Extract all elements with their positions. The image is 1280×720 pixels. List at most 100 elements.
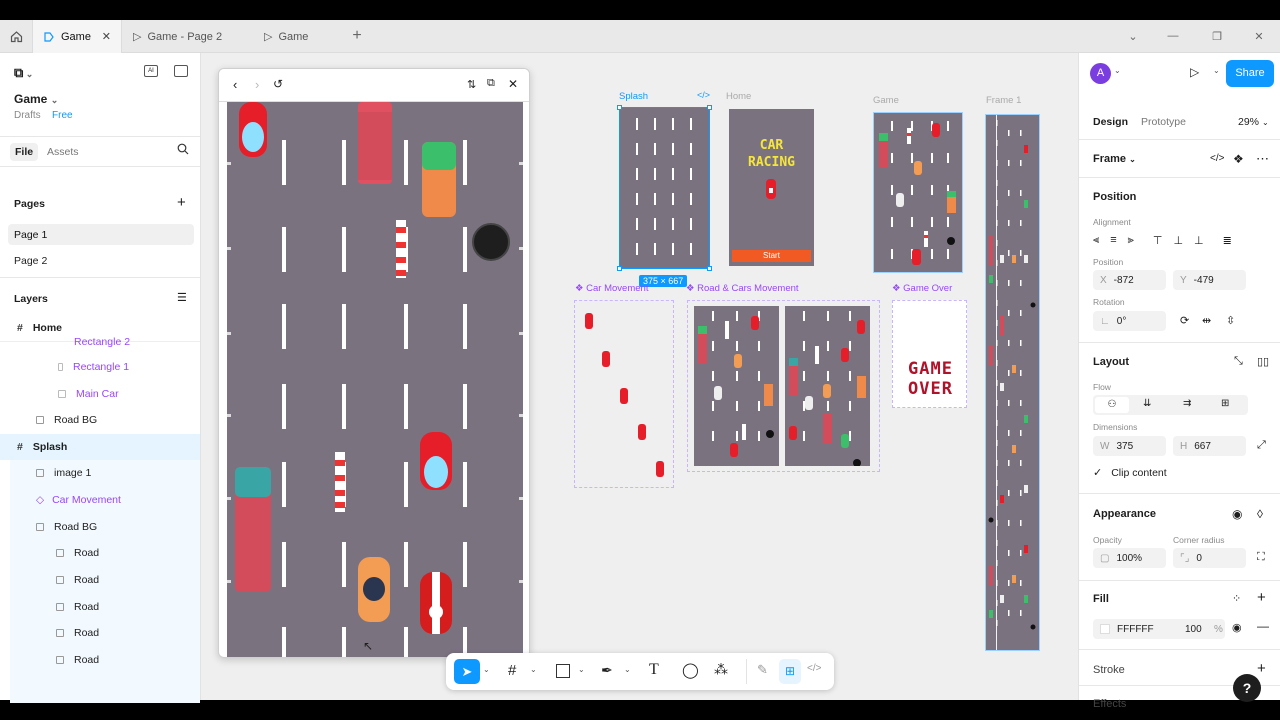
layer-road[interactable]: Road xyxy=(0,647,200,673)
section-label-game-over[interactable]: ❖ Game Over xyxy=(892,283,952,294)
flow-horizontal-icon[interactable]: ⇉ xyxy=(1183,398,1191,409)
text-tool-icon[interactable]: T xyxy=(649,661,659,679)
rotation-input[interactable]: ∟ 0° xyxy=(1093,311,1166,331)
share-button[interactable]: Share xyxy=(1226,60,1274,87)
sidebar-toggle-icon[interactable] xyxy=(174,65,188,77)
chevron-down-icon[interactable]: ⌄ xyxy=(624,665,631,674)
settings-icon[interactable]: ⇅ xyxy=(467,78,476,91)
layer-road-bg[interactable]: Road BG xyxy=(0,407,200,433)
back-icon[interactable]: ‹ xyxy=(233,77,237,92)
add-page-icon[interactable]: + xyxy=(177,194,186,211)
frame-label-home[interactable]: Home xyxy=(726,91,751,102)
flow-freeform-icon[interactable]: ⚇ xyxy=(1095,397,1129,413)
styles-icon[interactable]: ⁘ xyxy=(1232,592,1241,605)
chevron-down-icon[interactable]: ⌄ xyxy=(1114,66,1121,75)
tab-game-2[interactable]: ▷ Game xyxy=(254,20,344,53)
move-tool-icon[interactable]: ➤ xyxy=(454,659,480,684)
section-label-road-cars[interactable]: ❖ Road & Cars Movement xyxy=(686,283,799,294)
page-item-1[interactable]: Page 1 xyxy=(8,224,194,245)
draw-mode-icon[interactable]: ✎ xyxy=(757,662,768,678)
remove-fill-icon[interactable]: — xyxy=(1257,619,1269,633)
tab-prototype[interactable]: Prototype xyxy=(1141,116,1186,128)
resize-icon[interactable]: ⤢ xyxy=(1257,439,1266,452)
present-icon[interactable]: ▷ xyxy=(1190,65,1199,79)
align-center-h-icon[interactable]: ≡ xyxy=(1110,234,1116,247)
close-tab-icon[interactable]: ✕ xyxy=(102,30,111,43)
start-button[interactable]: Start xyxy=(732,250,811,262)
flow-grid-icon[interactable]: ⊞ xyxy=(1221,398,1229,409)
align-left-icon[interactable]: ⫷ xyxy=(1093,234,1099,247)
layer-road[interactable]: Road xyxy=(0,567,200,593)
y-input[interactable]: Y -479 xyxy=(1173,270,1246,290)
new-tab-icon[interactable]: + xyxy=(349,27,365,44)
x-input[interactable]: X -872 xyxy=(1093,270,1166,290)
frame-tool-icon[interactable]: # xyxy=(508,662,516,679)
visibility-icon[interactable]: ◉ xyxy=(1232,507,1242,521)
home-icon[interactable] xyxy=(8,28,24,44)
blend-mode-icon[interactable]: ◊ xyxy=(1257,507,1263,521)
restore-icon[interactable]: ❐ xyxy=(1209,28,1225,44)
opacity-input[interactable]: ▢ 100% xyxy=(1093,548,1166,568)
layer-image-1[interactable]: image 1 xyxy=(0,460,200,486)
game-frame[interactable] xyxy=(873,112,963,273)
layer-road-bg-2[interactable]: Road BG xyxy=(0,514,200,540)
chevron-down-icon[interactable]: ⌄ xyxy=(530,665,537,674)
independent-corners-icon[interactable]: ⛶ xyxy=(1257,551,1265,564)
clip-content-checkbox[interactable]: ✓ Clip content xyxy=(1093,466,1167,480)
distribute-icon[interactable]: ≣ xyxy=(1223,234,1232,247)
flip-horizontal-icon[interactable]: ⇹ xyxy=(1202,314,1211,327)
component-icon[interactable]: ❖ xyxy=(1233,152,1244,166)
layer-main-car[interactable]: Main Car xyxy=(0,381,200,407)
frame-1[interactable] xyxy=(985,114,1040,651)
design-mode-icon[interactable]: ⊞ xyxy=(779,659,801,684)
auto-layout-icon[interactable]: ⤡ xyxy=(1234,355,1243,368)
main-menu-icon[interactable]: ⧉ ⌄ xyxy=(14,65,33,81)
frame-selector[interactable]: Frame ⌄ xyxy=(1093,153,1136,165)
avatar[interactable]: A xyxy=(1090,63,1111,84)
close-icon[interactable]: ✕ xyxy=(508,77,518,91)
layer-rectangle-2[interactable]: Rectangle 2 xyxy=(0,334,200,348)
visibility-icon[interactable]: ◉ xyxy=(1232,621,1242,634)
tab-design[interactable]: Design xyxy=(1093,116,1128,128)
pen-tool-icon[interactable]: ✒ xyxy=(601,662,613,679)
minimize-icon[interactable]: — xyxy=(1165,28,1181,44)
game-over-frame[interactable]: GAME OVER xyxy=(892,300,967,408)
code-icon[interactable]: </> xyxy=(1210,153,1224,164)
chevron-down-icon[interactable]: ⌄ xyxy=(1213,66,1220,75)
tab-assets[interactable]: Assets xyxy=(47,146,79,158)
chevron-down-icon[interactable]: ⌄ xyxy=(483,665,490,674)
splash-frame[interactable] xyxy=(617,105,712,271)
forward-icon[interactable]: › xyxy=(255,77,259,92)
file-name[interactable]: Game ⌄ xyxy=(14,92,58,106)
align-right-icon[interactable]: ⫸ xyxy=(1128,234,1134,247)
file-location[interactable]: Drafts xyxy=(14,110,41,121)
zoom-level[interactable]: 29% ⌄ xyxy=(1238,116,1269,128)
close-window-icon[interactable]: ✕ xyxy=(1251,28,1267,44)
rectangle-tool-icon[interactable] xyxy=(556,664,570,678)
align-top-icon[interactable]: ⊤ xyxy=(1153,234,1163,247)
rotate-icon[interactable]: ⟳ xyxy=(1180,314,1189,327)
search-icon[interactable] xyxy=(177,143,189,155)
restart-icon[interactable]: ↺ xyxy=(273,77,283,91)
ai-icon[interactable]: AI xyxy=(144,65,158,77)
flip-vertical-icon[interactable]: ⇳ xyxy=(1226,314,1235,327)
road-cars-component[interactable] xyxy=(687,300,880,472)
layer-splash[interactable]: # Splash xyxy=(0,434,200,460)
canvas[interactable]: ‹ › ↺ ⇅ ⧉ ✕ Splash </> Home Game Frame 1… xyxy=(201,53,1078,700)
layer-rectangle-1[interactable]: Rectangle 1 xyxy=(0,354,200,380)
section-label-car-movement[interactable]: ❖ Car Movement xyxy=(575,283,648,294)
align-bottom-icon[interactable]: ⊥ xyxy=(1194,234,1204,247)
frame-label-game[interactable]: Game xyxy=(873,95,899,106)
chevron-down-icon[interactable]: ⌄ xyxy=(1125,28,1141,44)
chevron-down-icon[interactable]: ⌄ xyxy=(578,665,585,674)
code-icon[interactable]: </> xyxy=(697,90,710,100)
flow-vertical-icon[interactable]: ⇊ xyxy=(1143,398,1151,409)
layer-road[interactable]: Road xyxy=(0,594,200,620)
help-button[interactable]: ? xyxy=(1233,674,1261,702)
car-movement-component[interactable] xyxy=(574,300,674,488)
fill-color-input[interactable]: FFFFFF 100 % xyxy=(1093,619,1225,639)
layer-road[interactable]: Road xyxy=(0,620,200,646)
add-stroke-icon[interactable]: + xyxy=(1257,660,1266,677)
frame-label-splash[interactable]: Splash xyxy=(619,91,648,102)
frame-label-frame1[interactable]: Frame 1 xyxy=(986,95,1021,106)
